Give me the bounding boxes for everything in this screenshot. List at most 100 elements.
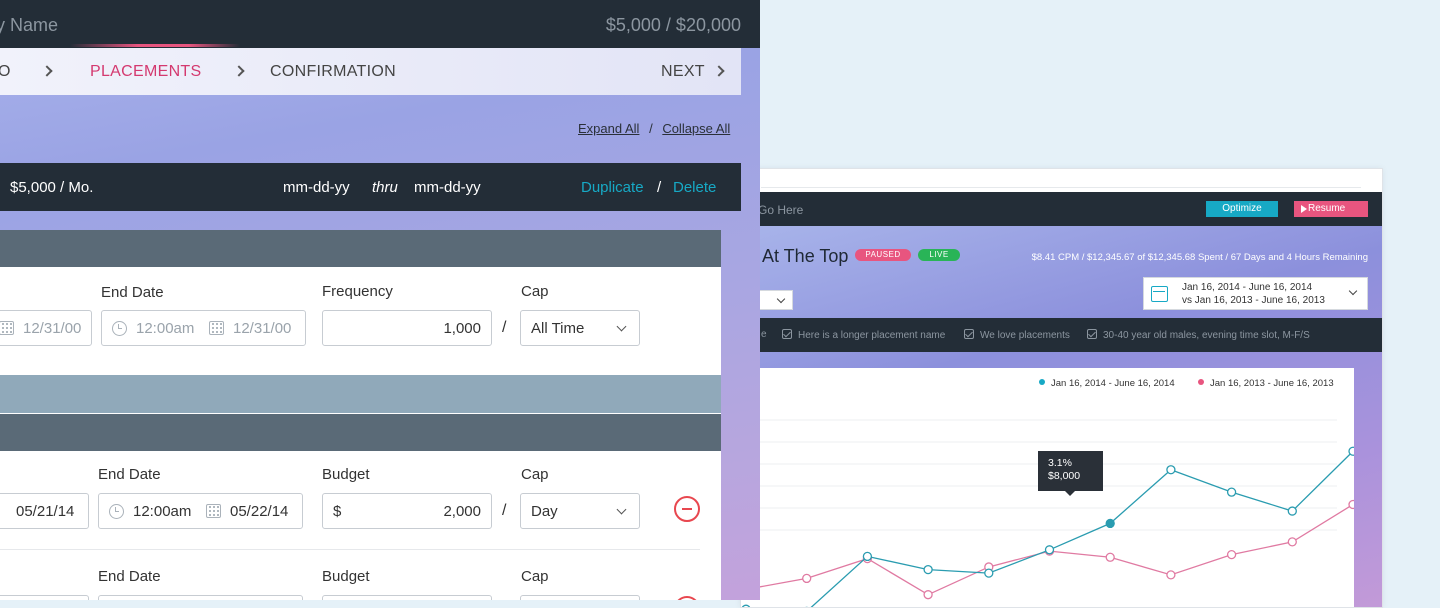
progress-accent <box>70 44 240 47</box>
filter-tag[interactable]: e <box>761 329 767 340</box>
resume-label: Resume <box>1308 203 1346 214</box>
thru-label: thru <box>372 179 398 196</box>
slash-separator: / <box>502 502 507 519</box>
chevron-right-icon <box>41 65 53 77</box>
budget-value: 2,000 <box>443 503 481 520</box>
data-point[interactable] <box>1044 545 1055 555</box>
expand-all-link[interactable]: Expand All <box>578 121 639 136</box>
tooltip-value: $8,000 <box>1048 470 1081 482</box>
data-point[interactable] <box>1226 549 1237 560</box>
cap-label: Cap <box>521 283 549 300</box>
data-point[interactable] <box>923 564 933 575</box>
data-point[interactable] <box>1105 552 1115 562</box>
resume-button[interactable]: Resume <box>1294 201 1368 217</box>
end-time-value: 12:00am <box>133 503 192 520</box>
row-divider <box>0 549 700 550</box>
campaign-dashboard-panel: Go Here Optimize Resume At The Top PAUSE… <box>740 168 1383 608</box>
section-divider[interactable] <box>0 375 721 413</box>
dashboard-toolbar: Go Here Optimize Resume <box>741 192 1382 226</box>
dashboard-body: At The Top PAUSED LIVE $8.41 CPM / $12,3… <box>741 226 1382 607</box>
step-previous[interactable]: O <box>0 63 11 81</box>
checkbox-icon <box>782 329 792 339</box>
wizard-steps: O PLACEMENTS CONFIRMATION NEXT <box>0 48 741 95</box>
end-date-field[interactable]: 12:00am 05/22/14 <box>98 493 303 529</box>
duplicate-link[interactable]: Duplicate <box>581 179 644 196</box>
filter-tag[interactable]: Here is a longer placement name <box>782 329 945 341</box>
expand-collapse-controls: Expand All / Collapse All <box>578 121 730 136</box>
start-date-field[interactable]: 05/21/14 <box>0 493 89 529</box>
end-date-label: End Date <box>98 466 161 483</box>
data-point[interactable] <box>1166 465 1176 475</box>
filter-label: 30-40 year old males, evening time slot,… <box>1103 330 1310 341</box>
collapse-all-link[interactable]: Collapse All <box>662 121 730 136</box>
section-header[interactable] <box>0 230 721 267</box>
data-point[interactable] <box>923 590 933 600</box>
frequency-input[interactable]: 1,000 <box>322 310 492 346</box>
placement-filter-bar: e Here is a longer placement name We lov… <box>741 318 1382 352</box>
budget-input[interactable]: $ 2,000 <box>322 493 492 529</box>
campaign-title: At The Top <box>762 246 849 266</box>
placement-editor-panel: y Name $5,000 / $20,000 O PLACEMENTS CON… <box>0 0 760 600</box>
placement-summary-row[interactable]: $5,000 / Mo. mm-dd-yy thru mm-dd-yy Dupl… <box>0 163 741 211</box>
data-point[interactable] <box>1348 446 1354 456</box>
start-date-field[interactable]: 12/31/00 <box>0 310 92 346</box>
step-placements[interactable]: PLACEMENTS <box>90 63 201 81</box>
paused-badge: PAUSED <box>855 249 911 261</box>
cap-value: All Time <box>531 320 585 337</box>
frequency-label: Frequency <box>322 283 393 300</box>
date-range-primary: Jan 16, 2014 - June 16, 2014 <box>1182 282 1313 293</box>
filter-label: We love placements <box>980 330 1070 341</box>
slash-separator: / <box>502 319 507 336</box>
step-confirmation[interactable]: CONFIRMATION <box>270 63 396 81</box>
cap-select[interactable]: Day <box>520 493 640 529</box>
end-date-value: 12/31/00 <box>233 320 292 337</box>
end-date: mm-dd-yy <box>414 179 481 196</box>
remove-row-icon[interactable] <box>674 596 700 600</box>
filter-label: Here is a longer placement name <box>798 330 946 341</box>
chevron-down-icon <box>616 321 627 332</box>
chevron-down-icon <box>776 294 786 304</box>
data-point[interactable] <box>1226 487 1237 497</box>
end-date-field[interactable]: 12:00am 12/31/00 <box>101 310 306 346</box>
filter-tag[interactable]: We love placements <box>964 329 1070 341</box>
spend-stats: $8.41 CPM / $12,345.67 of $12,345.68 Spe… <box>1031 252 1368 263</box>
calendar-icon <box>206 504 221 518</box>
start-date-value: 05/21/14 <box>16 503 75 520</box>
date-range-picker[interactable]: Jan 16, 2014 - June 16, 2014 vs Jan 16, … <box>1143 277 1368 310</box>
clock-icon <box>112 321 127 336</box>
remove-row-icon[interactable] <box>674 496 700 522</box>
budget-input[interactable] <box>322 595 492 600</box>
performance-chart: Jan 16, 2014 - June 16, 2014 Jan 16, 201… <box>741 368 1354 607</box>
data-point[interactable] <box>1287 506 1297 516</box>
end-date-value: 05/22/14 <box>230 503 289 520</box>
chart-tooltip: 3.1% $8,000 <box>1038 451 1103 496</box>
cap-select[interactable] <box>520 595 640 600</box>
play-icon <box>1301 205 1307 213</box>
delete-link[interactable]: Delete <box>673 179 716 196</box>
start-date-field[interactable] <box>0 595 89 600</box>
optimize-button[interactable]: Optimize <box>1206 201 1278 217</box>
data-point[interactable] <box>802 573 812 584</box>
calendar-icon <box>1151 286 1168 302</box>
link-separator: / <box>657 179 662 196</box>
expand-separator: / <box>649 121 653 136</box>
chevron-down-icon <box>1348 286 1358 296</box>
cap-value: Day <box>531 503 558 520</box>
next-button[interactable]: NEXT <box>661 63 705 81</box>
clock-icon <box>109 504 124 519</box>
breadcrumb[interactable]: Go Here <box>758 203 803 217</box>
end-date-field[interactable] <box>98 595 303 600</box>
cap-select[interactable]: All Time <box>520 310 640 346</box>
section-header[interactable] <box>0 414 721 451</box>
data-point[interactable] <box>1348 499 1354 510</box>
data-point[interactable] <box>984 568 994 578</box>
data-point[interactable] <box>1166 570 1176 580</box>
campaign-budget: $5,000 / $20,000 <box>605 15 741 35</box>
data-point[interactable] <box>1287 537 1297 547</box>
end-date-label: End Date <box>98 568 161 585</box>
filter-tag[interactable]: 30-40 year old males, evening time slot,… <box>1087 329 1310 341</box>
data-point[interactable] <box>1105 518 1115 529</box>
chevron-right-icon <box>233 65 245 77</box>
end-time-value: 12:00am <box>136 320 195 337</box>
data-point[interactable] <box>862 551 873 562</box>
